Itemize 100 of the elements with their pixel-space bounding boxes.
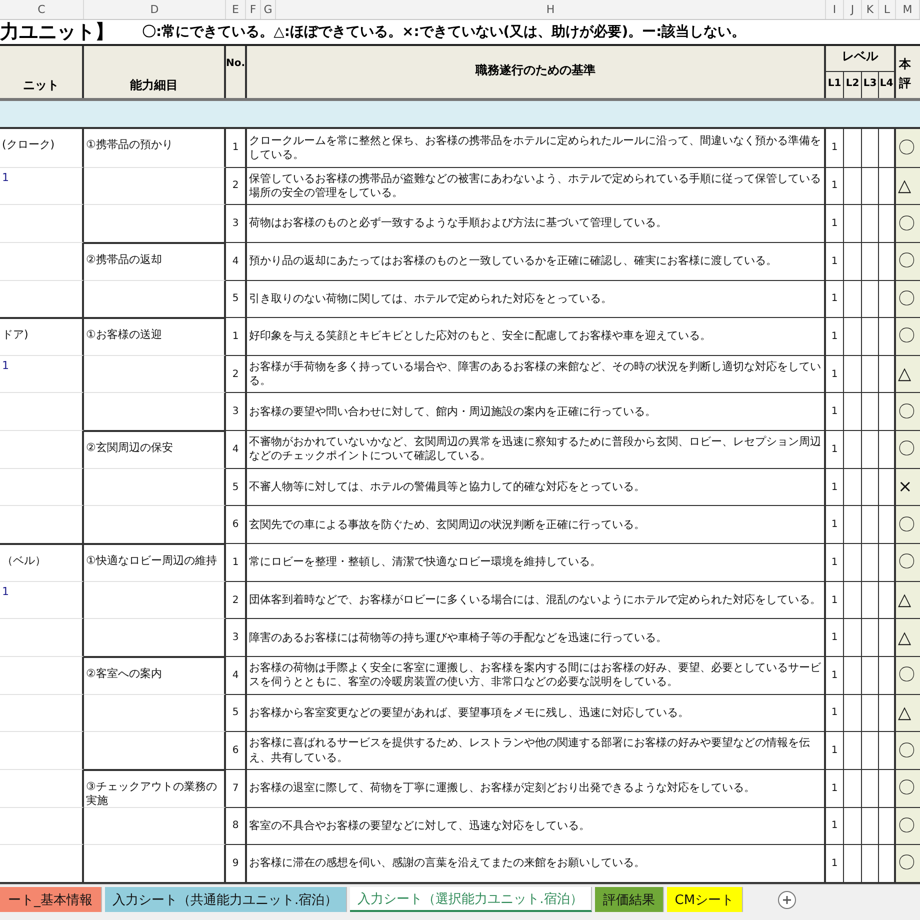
level-cell: 1 xyxy=(826,468,844,506)
evaluation-cell[interactable]: 〇 xyxy=(896,242,920,280)
evaluation-cell[interactable]: × xyxy=(896,468,920,506)
legend-text: 〇:常にできている。△:ほぼできている。×:できていない(又は、助けが必要)。ー:該当しない。 xyxy=(142,23,746,41)
level-cell: 1 xyxy=(826,204,844,242)
plus-icon xyxy=(782,895,792,905)
level-cell: 1 xyxy=(826,580,844,618)
evaluation-cell[interactable]: △ xyxy=(896,694,920,732)
sheet-tab[interactable]: 評価結果 xyxy=(594,887,664,912)
criterion-cell: 常にロビーを整理・整頓し、清潔で快適なロビー環境を維持している。 xyxy=(247,543,826,581)
column-letter: F xyxy=(246,0,261,19)
level-header: レベル xyxy=(826,46,896,72)
criterion-cell: 荷物はお客様のものと必ず一致するような手順および方法に基づいて管理している。 xyxy=(247,204,826,242)
ability-detail-cell: ①お客様の送迎 xyxy=(84,317,226,355)
item-number-cell: 4 xyxy=(226,656,247,694)
evaluation-cell[interactable]: 〇 xyxy=(896,505,920,544)
column-letter: L xyxy=(879,0,896,19)
criterion-cell: お客様に滞在の感想を伺い、感謝の言葉を沿えてまたの来館をお願いしている。 xyxy=(247,844,826,882)
level-column-header: L2 xyxy=(844,72,862,98)
unit-code-cell: 1 xyxy=(0,166,84,204)
evaluation-cell[interactable]: 〇 xyxy=(896,731,920,769)
evaluation-cell[interactable]: 〇 xyxy=(896,656,920,694)
ability-detail-cell: ②客室への案内 xyxy=(84,656,226,694)
evaluation-cell[interactable]: △ xyxy=(896,166,920,204)
item-number-cell: 1 xyxy=(226,317,247,355)
criterion-cell: クロークルームを常に整然と保ち、お客様の携帯品をホテルに定められたルールに沿って、間違いなく預かる準備をしている。 xyxy=(247,129,826,167)
add-sheet-button[interactable] xyxy=(778,891,796,909)
criterion-header: 職務遂行のための基準 xyxy=(247,46,826,98)
unit-name-cell: ドア) xyxy=(0,317,84,355)
item-number-cell: 1 xyxy=(226,543,247,581)
sheet-tab[interactable]: CMシート xyxy=(666,887,744,912)
criterion-cell: 団体客到着時などで、お客様がロビーに多くいる場合には、混乱のないようにホテルで定められた対応をしている。 xyxy=(247,580,826,618)
detail-header: 能力細目 xyxy=(84,46,226,98)
evaluation-cell[interactable]: 〇 xyxy=(896,204,920,242)
criterion-cell: 玄関先での車による事故を防ぐため、玄関周辺の状況判断を正確に行っている。 xyxy=(247,505,826,544)
evaluation-cell[interactable]: 〇 xyxy=(896,129,920,167)
item-number-cell: 2 xyxy=(226,354,247,392)
ability-detail-cell: ①快適なロビー周辺の維持 xyxy=(84,543,226,581)
column-letter: G xyxy=(261,0,276,19)
sheet-tab[interactable]: 入力シート（共通能力ユニット.宿泊） xyxy=(104,887,347,912)
evaluation-cell[interactable]: △ xyxy=(896,618,920,656)
evaluation-cell[interactable]: 〇 xyxy=(896,317,920,355)
criterion-cell: お客様が手荷物を多く持っている場合や、障害のあるお客様の来館など、その時の状況を判断し適切な対応をしている。 xyxy=(247,354,826,392)
criterion-cell: 不審物がおかれていないかなど、玄関周辺の異常を迅速に察知するために普段から玄関、ロビー、レセプション周辺などのチェックポイントについて確認している。 xyxy=(247,430,826,468)
ability-detail-cell: ②玄関周辺の保安 xyxy=(84,430,226,468)
level-cell: 1 xyxy=(826,505,844,544)
level-cell: 1 xyxy=(826,806,844,844)
item-number-cell: 2 xyxy=(226,580,247,618)
item-number-cell: 2 xyxy=(226,166,247,204)
level-column-header: L1 xyxy=(826,72,844,98)
evaluation-cell[interactable]: 〇 xyxy=(896,806,920,844)
level-cell: 1 xyxy=(826,694,844,732)
column-letter: M xyxy=(896,0,920,19)
criterion-cell: 好印象を与える笑顔とキビキビとした応対のもと、安全に配慮してお客様や車を迎えている。 xyxy=(247,317,826,355)
level-cell: 1 xyxy=(826,166,844,204)
column-letter: E xyxy=(226,0,246,19)
no-header: No. xyxy=(226,46,247,98)
evaluation-cell[interactable]: 〇 xyxy=(896,392,920,430)
item-number-cell: 5 xyxy=(226,468,247,506)
criterion-cell: 客室の不具合やお客様の要望などに対して、迅速な対応をしている。 xyxy=(247,806,826,844)
level-cell: 1 xyxy=(826,392,844,430)
unit-name-cell: (クローク) xyxy=(0,129,84,167)
evaluation-cell[interactable]: 〇 xyxy=(896,280,920,318)
ability-detail-cell: ①携帯品の預かり xyxy=(84,129,226,167)
item-number-cell: 6 xyxy=(226,505,247,544)
column-letter: I xyxy=(826,0,844,19)
criterion-cell: お客様の要望や問い合わせに対して、館内・周辺施設の案内を正確に行っている。 xyxy=(247,392,826,430)
evaluation-cell[interactable]: 〇 xyxy=(896,844,920,882)
item-number-cell: 7 xyxy=(226,768,247,807)
level-cell: 1 xyxy=(826,844,844,882)
item-number-cell: 5 xyxy=(226,280,247,318)
item-number-cell: 8 xyxy=(226,806,247,844)
column-letter: D xyxy=(84,0,226,19)
column-letter: K xyxy=(862,0,879,19)
column-letter: H xyxy=(276,0,826,19)
evaluation-cell[interactable]: △ xyxy=(896,354,920,392)
level-cell: 1 xyxy=(826,618,844,656)
ability-detail-cell: ③チェックアウトの業務の実施 xyxy=(84,768,226,807)
sheet-tab[interactable]: 入力シート（選択能力ユニット.宿泊） xyxy=(350,887,592,912)
evaluation-cell[interactable]: 〇 xyxy=(896,430,920,468)
sheet-tab[interactable]: ート_基本情報 xyxy=(0,887,102,912)
level-cell: 1 xyxy=(826,768,844,807)
level-cell: 1 xyxy=(826,242,844,280)
unit-name-cell: （ベル） xyxy=(0,543,84,581)
level-cell: 1 xyxy=(826,430,844,468)
evaluation-header: 本 評 xyxy=(898,56,912,92)
item-number-cell: 6 xyxy=(226,731,247,769)
evaluation-cell[interactable]: 〇 xyxy=(896,543,920,581)
level-cell: 1 xyxy=(826,280,844,318)
item-number-cell: 3 xyxy=(226,392,247,430)
criterion-cell: 障害のあるお客様には荷物等の持ち運びや車椅子等の手配などを迅速に行っている。 xyxy=(247,618,826,656)
evaluation-cell[interactable]: 〇 xyxy=(896,768,920,807)
ability-detail-cell: ②携帯品の返却 xyxy=(84,242,226,280)
level-column-header: L4 xyxy=(879,72,896,98)
criterion-cell: 引き取りのない荷物に関しては、ホテルで定められた対応をとっている。 xyxy=(247,280,826,318)
level-cell: 1 xyxy=(826,731,844,769)
item-number-cell: 4 xyxy=(226,430,247,468)
unit-code-cell: 1 xyxy=(0,354,84,392)
criterion-cell: お客様の荷物は手際よく安全に客室に運搬し、お客様を案内する間にはお客様の好み、要望、必要としているサービスを伺うとともに、客室の冷暖房装置の使い方、非常口などの必要な説明をしている。 xyxy=(247,656,826,694)
evaluation-cell[interactable]: △ xyxy=(896,580,920,618)
